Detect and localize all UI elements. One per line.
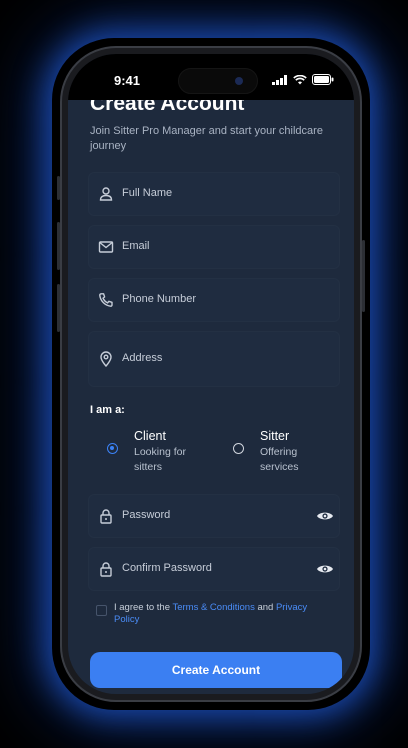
power-button bbox=[362, 240, 365, 312]
terms-prefix: I agree to the bbox=[114, 602, 170, 613]
dynamic-island bbox=[178, 68, 258, 94]
password-placeholder: Password bbox=[122, 509, 171, 521]
terms-text: I agree to the Terms & Conditions and Pr… bbox=[114, 602, 334, 626]
wifi-icon bbox=[293, 74, 307, 84]
lock-icon bbox=[100, 509, 112, 524]
lock-icon bbox=[100, 562, 112, 577]
battery-icon bbox=[312, 74, 334, 85]
mail-icon bbox=[98, 241, 114, 253]
client-option-description: Looking for sitters bbox=[134, 446, 186, 473]
terms-conjunction: and bbox=[257, 602, 274, 613]
mute-switch bbox=[57, 176, 60, 200]
volume-down-button bbox=[57, 284, 60, 332]
camera-dot bbox=[235, 77, 243, 85]
sitter-option-description: Offering services bbox=[260, 446, 299, 473]
password-field[interactable]: Password bbox=[88, 494, 340, 538]
location-pin-icon bbox=[100, 351, 112, 367]
phone-placeholder: Phone Number bbox=[122, 293, 196, 305]
page-subtitle: Join Sitter Pro Manager and start your c… bbox=[90, 125, 323, 152]
person-icon bbox=[99, 187, 113, 201]
phone-screen: 9:41 Create Account Join Sitter Pro Mana… bbox=[68, 54, 354, 694]
client-option-title: Client bbox=[134, 429, 166, 443]
show-password-icon[interactable] bbox=[316, 509, 334, 523]
status-time: 9:41 bbox=[114, 73, 141, 88]
show-confirm-password-icon[interactable] bbox=[316, 562, 334, 576]
terms-checkbox[interactable] bbox=[96, 605, 107, 616]
terms-link[interactable]: Terms & Conditions bbox=[172, 602, 254, 613]
full-name-field[interactable]: Full Name bbox=[88, 172, 340, 216]
address-field[interactable]: Address bbox=[88, 331, 340, 387]
signal-icon bbox=[272, 74, 287, 85]
client-radio[interactable] bbox=[107, 443, 118, 454]
email-field[interactable]: Email bbox=[88, 225, 340, 269]
address-placeholder: Address bbox=[122, 352, 163, 364]
sitter-option-title: Sitter bbox=[260, 429, 290, 443]
sitter-radio[interactable] bbox=[233, 443, 244, 454]
phone-field[interactable]: Phone Number bbox=[88, 278, 340, 322]
volume-up-button bbox=[57, 222, 60, 270]
confirm-password-field[interactable]: Confirm Password bbox=[88, 547, 340, 591]
create-account-button[interactable]: Create Account bbox=[90, 652, 342, 688]
status-bar: 9:41 bbox=[68, 54, 354, 100]
full-name-placeholder: Full Name bbox=[122, 187, 173, 199]
role-label: I am a: bbox=[90, 404, 125, 416]
phone-icon bbox=[99, 293, 113, 307]
status-icons bbox=[272, 74, 334, 85]
email-placeholder: Email bbox=[122, 240, 150, 252]
confirm-password-placeholder: Confirm Password bbox=[122, 562, 212, 574]
